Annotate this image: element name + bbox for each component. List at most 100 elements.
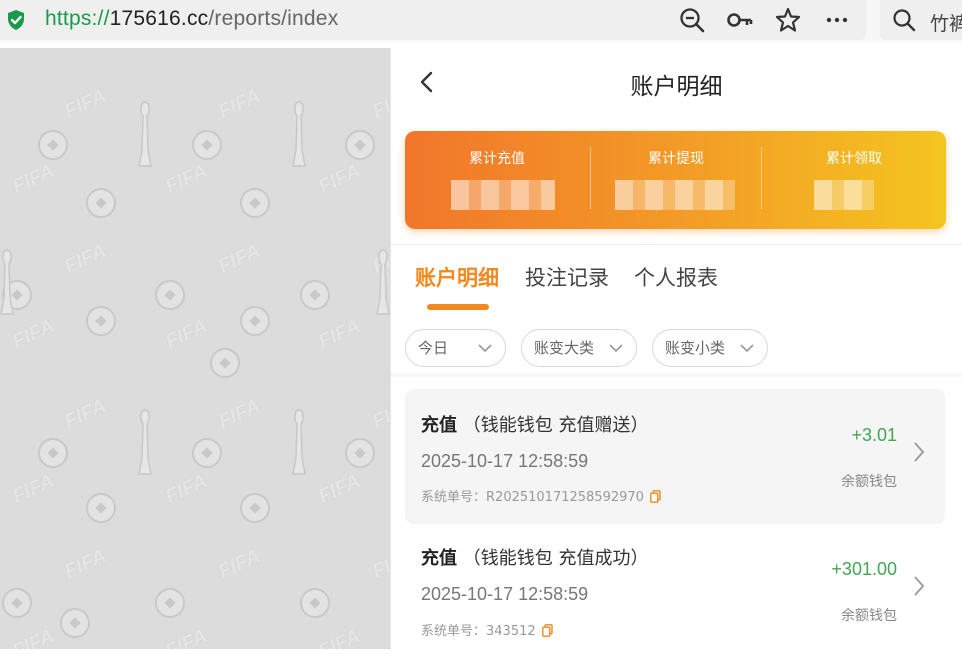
fifa-watermark: FIFA	[162, 314, 211, 354]
order-label: 系统单号：	[421, 624, 487, 639]
trophy-icon	[292, 409, 306, 475]
soccer-ball-icon	[240, 306, 270, 336]
soccer-ball-icon	[300, 280, 330, 310]
chevron-right-icon	[914, 576, 925, 596]
section-divider	[391, 244, 962, 245]
fifa-watermark: FIFA	[9, 159, 58, 199]
search-icon	[893, 9, 916, 32]
record-order: 系统单号：R202510171258592970	[421, 486, 661, 505]
soccer-ball-icon	[210, 348, 240, 378]
record-item[interactable]: 充值 （钱能钱包 充值成功） 2025-10-17 12:58:59 系统单号：…	[405, 524, 945, 654]
fifa-watermark: FIFA	[61, 544, 110, 584]
nav-bar: 账户明细	[391, 48, 962, 114]
summary-value-blurred	[615, 180, 735, 210]
fifa-watermark: FIFA	[162, 159, 211, 199]
trophy-icon	[0, 249, 14, 315]
soccer-ball-icon	[345, 438, 375, 468]
browser-toolbar: https://175616.cc/reports/index 竹裤	[0, 0, 962, 42]
fifa-watermark: FIFA	[61, 239, 110, 279]
fifa-watermark: FIFA	[215, 394, 264, 434]
soccer-ball-icon	[155, 588, 185, 618]
summary-label: 累计提现	[648, 151, 704, 167]
soccer-ball-icon	[86, 306, 116, 336]
soccer-ball-icon	[60, 608, 90, 638]
fifa-watermark: FIFA	[369, 394, 390, 434]
background-pattern: FIFA FIFA FIFA FIFA FIFA FIFA FIFA FIFA FIFA FIFA…	[0, 48, 390, 649]
record-list: 充值 （钱能钱包 充值赠送） 2025-10-17 12:58:59 系统单号：…	[391, 374, 962, 649]
summary-card: 累计充值 累计提现 累计领取	[405, 131, 946, 229]
search-text: 竹裤	[930, 13, 962, 35]
filter-label: 账变大类	[534, 339, 595, 357]
fifa-watermark: FIFA	[61, 84, 110, 124]
soccer-ball-icon	[300, 588, 330, 618]
soccer-ball-icon	[192, 438, 222, 468]
active-tab-indicator	[427, 304, 489, 310]
record-item[interactable]: 充值 （钱能钱包 充值赠送） 2025-10-17 12:58:59 系统单号：…	[405, 389, 945, 524]
soccer-ball-icon	[86, 188, 116, 218]
fifa-watermark: FIFA	[162, 469, 211, 509]
fifa-watermark: FIFA	[315, 314, 364, 354]
fifa-watermark: FIFA	[315, 469, 364, 509]
record-wallet: 余额钱包	[841, 608, 897, 624]
trophy-icon	[376, 249, 390, 315]
fifa-watermark: FIFA	[9, 624, 58, 649]
summary-label: 累计充值	[469, 151, 525, 167]
filter-sub-category[interactable]: 账变小类	[652, 329, 768, 367]
browser-search-box[interactable]: 竹裤	[880, 0, 962, 40]
url-path: /reports/index	[208, 7, 339, 30]
soccer-ball-icon	[38, 438, 68, 468]
filter-date[interactable]: 今日	[405, 329, 506, 367]
fifa-watermark: FIFA	[215, 84, 264, 124]
fifa-watermark: FIFA	[315, 624, 364, 649]
record-detail: （钱能钱包 充值成功）	[462, 548, 649, 569]
more-icon[interactable]	[823, 6, 851, 34]
record-amount: +3.01	[851, 425, 897, 445]
copy-icon[interactable]	[650, 490, 661, 503]
trophy-icon	[292, 101, 306, 167]
tab-personal-report[interactable]: 个人报表	[634, 262, 718, 292]
account-detail-panel: 账户明细 累计充值 累计提现 累计领取 账户明细 投注记录 个人报表 今日 账变…	[390, 48, 962, 649]
fifa-watermark: FIFA	[61, 394, 110, 434]
summary-label: 累计领取	[826, 151, 882, 167]
tab-bet-records[interactable]: 投注记录	[525, 262, 609, 292]
soccer-ball-icon	[38, 130, 68, 160]
key-icon[interactable]	[726, 6, 754, 34]
url-text: https://175616.cc/reports/index	[45, 7, 338, 31]
trophy-icon	[138, 409, 152, 475]
filter-main-category[interactable]: 账变大类	[521, 329, 637, 367]
record-type: 充值	[421, 548, 457, 569]
fifa-watermark: FIFA	[315, 159, 364, 199]
address-bar[interactable]: https://175616.cc/reports/index	[0, 0, 866, 40]
star-icon[interactable]	[774, 6, 802, 34]
filter-label: 账变小类	[665, 339, 726, 357]
soccer-ball-icon	[192, 130, 222, 160]
fifa-watermark: FIFA	[215, 239, 264, 279]
soccer-ball-icon	[345, 130, 375, 160]
chevron-right-icon	[914, 442, 925, 462]
soccer-ball-icon	[240, 493, 270, 523]
zoom-out-icon[interactable]	[678, 6, 706, 34]
record-title: 充值 （钱能钱包 充值赠送）	[421, 411, 648, 437]
summary-value-blurred	[814, 180, 874, 210]
summary-value-blurred	[451, 180, 555, 210]
order-label: 系统单号：	[421, 490, 487, 505]
shield-check-icon	[8, 10, 24, 30]
filter-label: 今日	[418, 339, 449, 357]
chevron-down-icon	[478, 344, 492, 353]
soccer-ball-icon	[155, 280, 185, 310]
fifa-watermark: FIFA	[9, 314, 58, 354]
record-time: 2025-10-17 12:58:59	[421, 584, 589, 604]
page-title: 账户明细	[630, 74, 723, 100]
summary-recharge: 累计充值	[405, 131, 589, 229]
summary-withdraw: 累计提现	[591, 131, 761, 229]
copy-icon[interactable]	[541, 624, 553, 637]
record-wallet: 余额钱包	[841, 474, 897, 490]
summary-claim: 累计领取	[762, 131, 946, 229]
fifa-watermark: FIFA	[9, 469, 58, 509]
fifa-watermark: FIFA	[162, 624, 211, 649]
fifa-watermark: FIFA	[369, 84, 390, 124]
order-number: 343512	[486, 624, 536, 639]
record-time: 2025-10-17 12:58:59	[421, 451, 589, 471]
tab-account-detail[interactable]: 账户明细	[415, 262, 499, 292]
url-host: 175616.cc	[109, 7, 209, 30]
